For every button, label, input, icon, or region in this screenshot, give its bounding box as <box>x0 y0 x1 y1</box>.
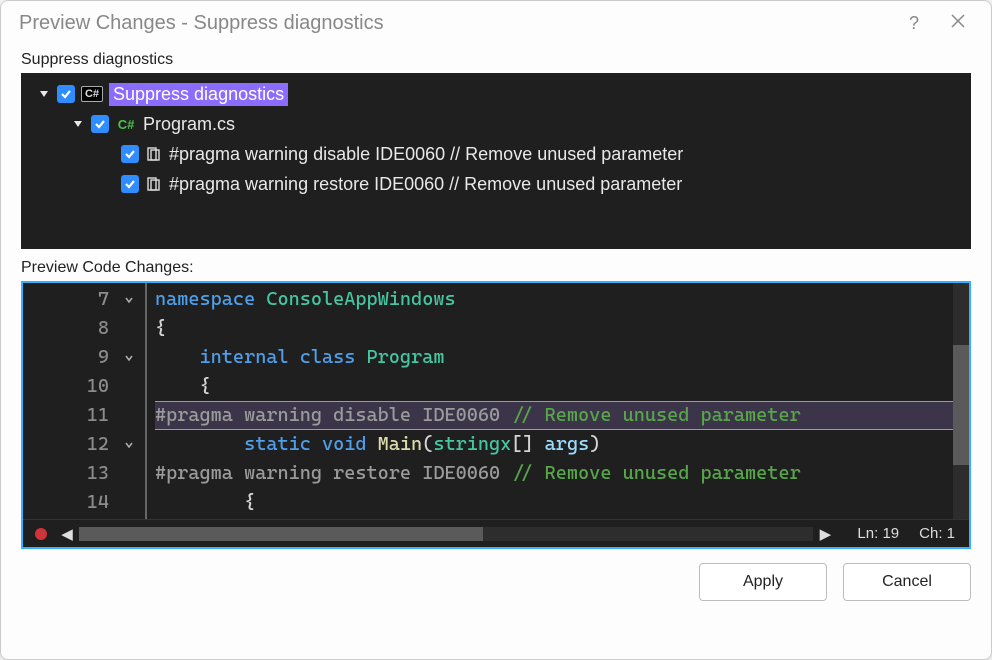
line-number: 10 <box>23 372 109 401</box>
help-button[interactable]: ? <box>899 13 929 34</box>
fold-spacer <box>117 488 141 517</box>
chevron-down-icon[interactable] <box>71 117 85 131</box>
preview-changes-dialog: Preview Changes - Suppress diagnostics ?… <box>0 0 992 660</box>
scroll-right-icon[interactable]: ▶ <box>817 525 833 543</box>
line-number-gutter: 7 8 9 10 11 12 13 14 <box>23 283 117 519</box>
code-line[interactable]: #pragma warning restore IDE0060 // Remov… <box>155 459 969 488</box>
line-number: 7 <box>23 285 109 314</box>
tree-section-label: Suppress diagnostics <box>1 45 991 73</box>
changes-tree[interactable]: C# Suppress diagnostics C# Program.cs <box>21 73 971 249</box>
vertical-scrollbar-thumb[interactable] <box>953 345 969 465</box>
close-button[interactable] <box>943 13 973 34</box>
fold-spacer <box>117 314 141 343</box>
tree-file-label: Program.cs <box>143 114 235 135</box>
csharp-file-icon: C# <box>115 115 137 133</box>
tree-change-row[interactable]: #pragma warning disable IDE0060 // Remov… <box>25 139 967 169</box>
line-number: 11 <box>23 401 109 430</box>
code-line[interactable]: internal class Program <box>155 343 969 372</box>
tree-change-label: #pragma warning disable IDE0060 // Remov… <box>169 144 683 165</box>
column-indicator: Ch: 1 <box>919 525 955 542</box>
fold-chevron-icon[interactable] <box>117 343 141 372</box>
tree-change-label: #pragma warning restore IDE0060 // Remov… <box>169 174 682 195</box>
edit-file-icon <box>145 146 163 162</box>
record-icon[interactable] <box>31 524 51 544</box>
chevron-down-icon[interactable] <box>37 87 51 101</box>
line-number: 13 <box>23 459 109 488</box>
csharp-icon: C# <box>81 85 103 103</box>
line-number: 8 <box>23 314 109 343</box>
dialog-buttons: Apply Cancel <box>1 549 991 615</box>
line-number: 9 <box>23 343 109 372</box>
tree-change-row[interactable]: #pragma warning restore IDE0060 // Remov… <box>25 169 967 199</box>
apply-button[interactable]: Apply <box>699 563 827 601</box>
code-line[interactable]: { <box>155 314 969 343</box>
code-line[interactable]: namespace ConsoleAppWindows <box>155 285 969 314</box>
code-lines[interactable]: namespace ConsoleAppWindows{ internal cl… <box>155 283 969 519</box>
code-section-label: Preview Code Changes: <box>1 249 991 281</box>
tree-root-label: Suppress diagnostics <box>109 83 288 106</box>
cursor-position: Ln: 19 Ch: 1 <box>841 525 961 542</box>
titlebar: Preview Changes - Suppress diagnostics ? <box>1 1 991 45</box>
horizontal-scrollbar[interactable]: ◀ ▶ <box>59 525 833 543</box>
fold-column <box>117 283 141 519</box>
fold-spacer <box>117 459 141 488</box>
checkbox[interactable] <box>121 175 139 193</box>
edit-file-icon <box>145 176 163 192</box>
fold-chevron-icon[interactable] <box>117 430 141 459</box>
code-line[interactable]: { <box>155 488 969 517</box>
line-number: 14 <box>23 488 109 517</box>
fold-chevron-icon[interactable] <box>117 285 141 314</box>
fold-spacer <box>117 372 141 401</box>
line-indicator: Ln: 19 <box>857 525 899 542</box>
tree-file-row[interactable]: C# Program.cs <box>25 109 967 139</box>
tree-root-row[interactable]: C# Suppress diagnostics <box>25 79 967 109</box>
scroll-thumb[interactable] <box>79 527 483 541</box>
code-line[interactable]: #pragma warning disable IDE0060 // Remov… <box>155 401 969 430</box>
dialog-title: Preview Changes - Suppress diagnostics <box>19 12 384 35</box>
checkbox[interactable] <box>57 85 75 103</box>
editor-statusbar: ◀ ▶ Ln: 19 Ch: 1 <box>23 519 969 547</box>
checkbox[interactable] <box>121 145 139 163</box>
code-body: 7 8 9 10 11 12 13 14 namespace ConsoleAp… <box>23 283 969 519</box>
code-line[interactable]: static void Main(stringx[] args) <box>155 430 969 459</box>
fold-spacer <box>117 401 141 430</box>
scroll-left-icon[interactable]: ◀ <box>59 525 75 543</box>
line-number: 12 <box>23 430 109 459</box>
code-line[interactable]: { <box>155 372 969 401</box>
code-preview-panel: 7 8 9 10 11 12 13 14 namespace ConsoleAp… <box>21 281 971 549</box>
checkbox[interactable] <box>91 115 109 133</box>
titlebar-controls: ? <box>899 13 973 34</box>
cancel-button[interactable]: Cancel <box>843 563 971 601</box>
indent-rail <box>141 283 155 519</box>
scroll-track[interactable] <box>79 527 813 541</box>
